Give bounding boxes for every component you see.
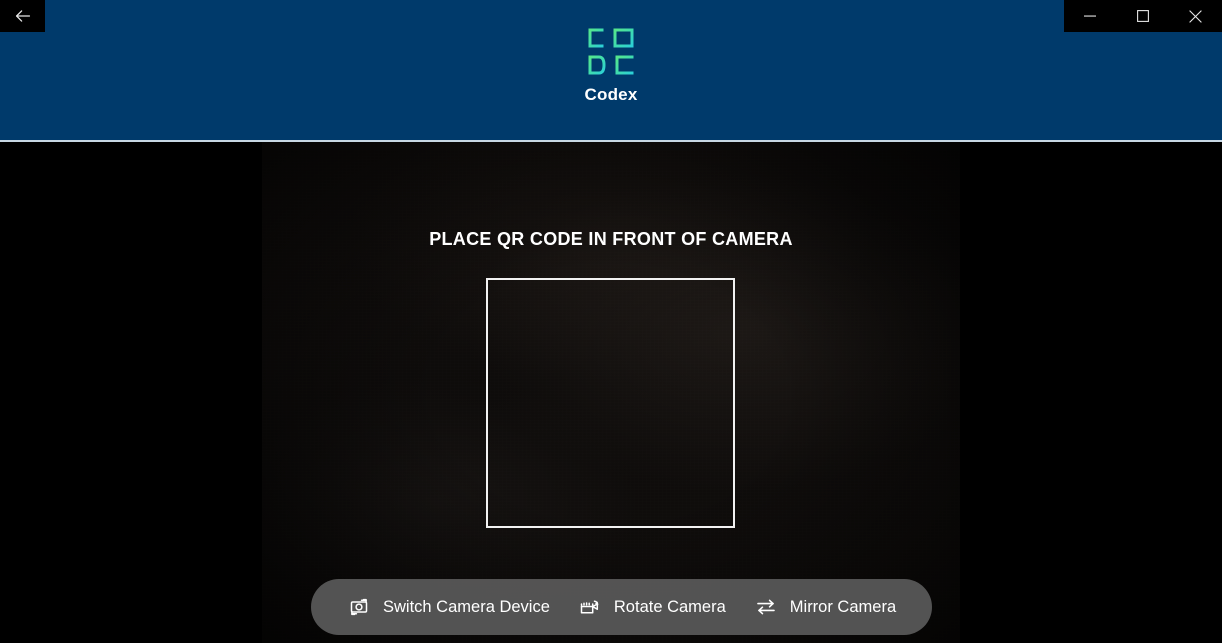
mirror-camera-label: Mirror Camera xyxy=(789,597,897,616)
codex-qr-logo-icon xyxy=(587,27,634,75)
arrow-left-icon xyxy=(12,5,34,27)
app-header: Codex xyxy=(0,0,1222,142)
rotate-camera-label: Rotate Camera xyxy=(613,597,726,616)
mirror-camera-button[interactable]: Mirror Camera xyxy=(740,585,910,629)
camera-stage: PLACE QR CODE IN FRONT OF CAMERA Switch … xyxy=(0,142,1222,643)
close-button[interactable] xyxy=(1169,0,1222,32)
maximize-button[interactable] xyxy=(1117,0,1170,32)
rotate-camera-icon xyxy=(578,595,602,619)
switch-camera-icon xyxy=(347,595,371,619)
maximize-icon xyxy=(1137,10,1149,22)
close-icon xyxy=(1189,9,1202,23)
switch-camera-device-button[interactable]: Switch Camera Device xyxy=(333,585,564,629)
minimize-button[interactable] xyxy=(1064,0,1117,32)
minimize-icon xyxy=(1084,10,1097,22)
back-button[interactable] xyxy=(0,0,45,32)
camera-controls-toolbar: Switch Camera Device Rotate Camera Mirro… xyxy=(311,579,933,635)
brand-block: Codex xyxy=(0,26,1222,103)
rotate-camera-button[interactable]: Rotate Camera xyxy=(564,585,740,629)
mirror-camera-icon xyxy=(754,595,778,619)
scan-prompt-text: PLACE QR CODE IN FRONT OF CAMERA xyxy=(429,229,793,249)
switch-camera-device-label: Switch Camera Device xyxy=(383,597,550,616)
qr-viewfinder-frame xyxy=(486,278,735,528)
window-controls xyxy=(1064,0,1222,32)
codex-qr-scanner-window: Codex PLACE QR CODE IN FRONT OF CAMERA S… xyxy=(0,0,1222,643)
app-title: Codex xyxy=(584,85,638,104)
